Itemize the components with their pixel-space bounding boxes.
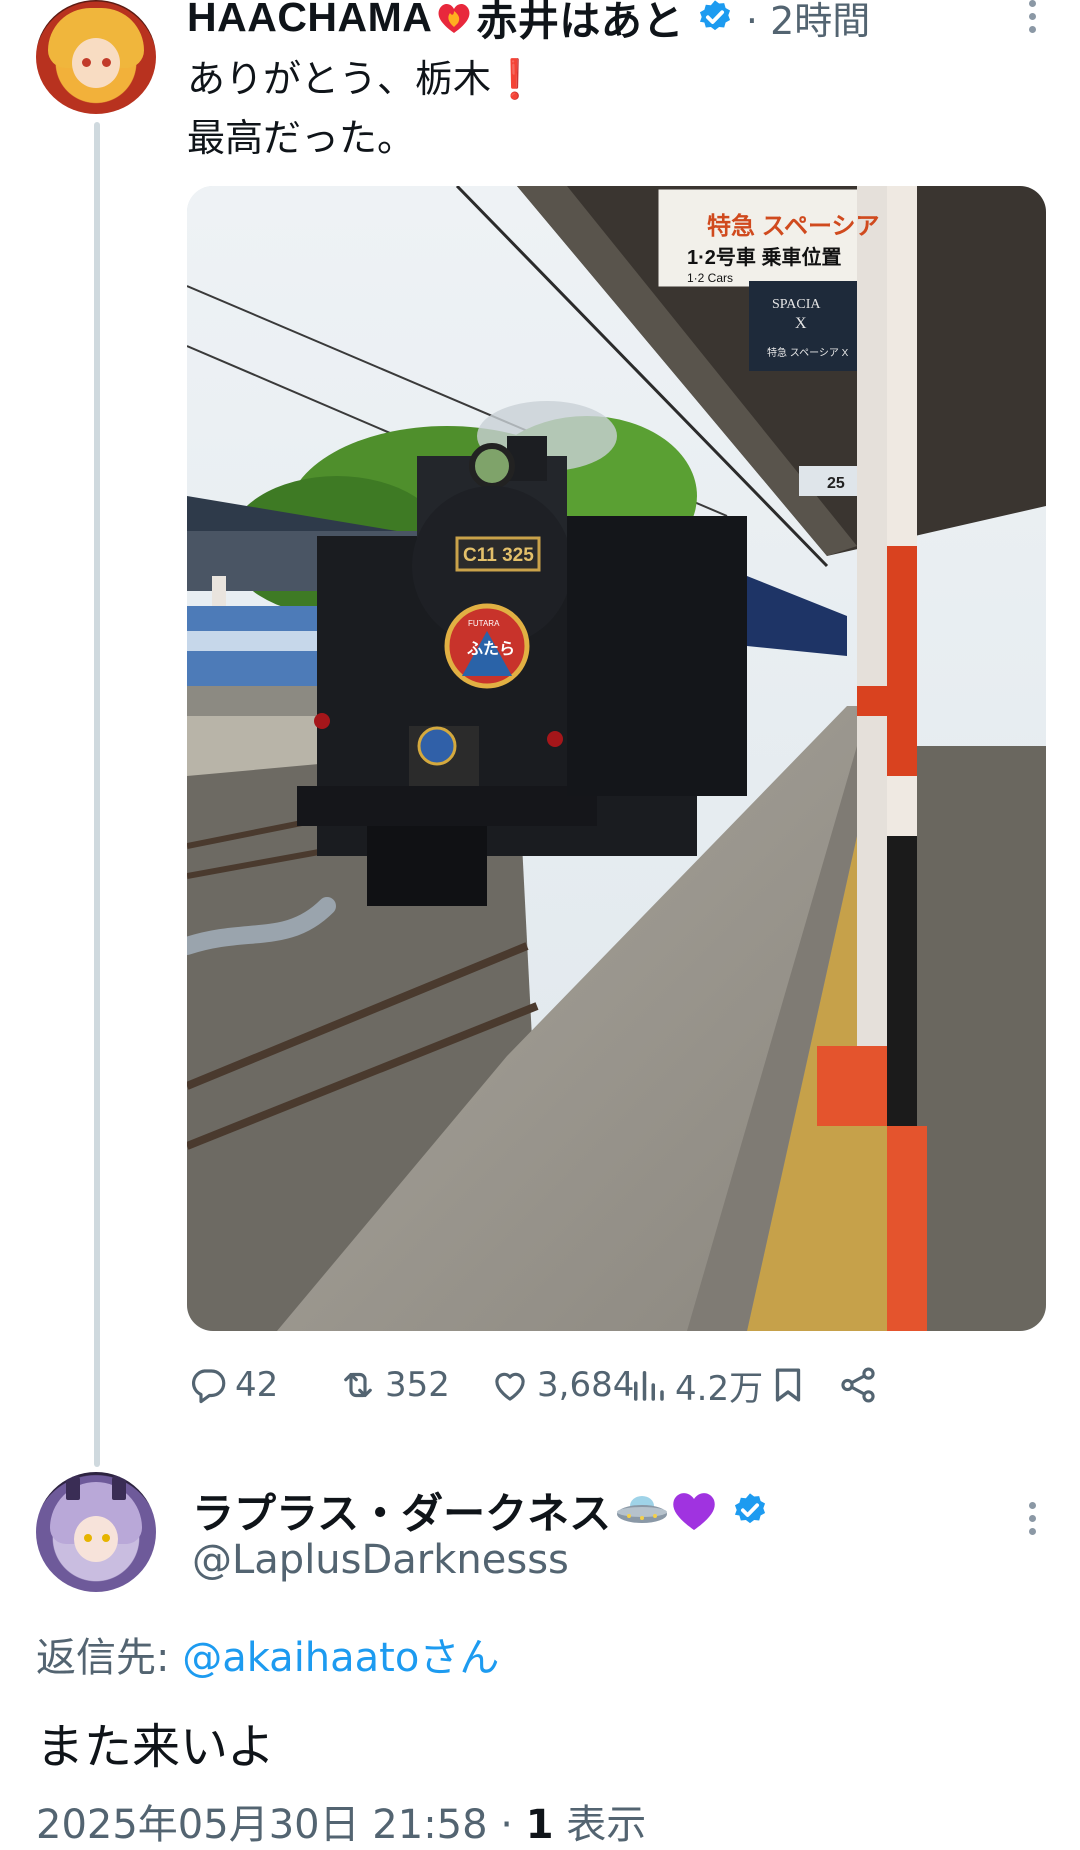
photo-headmark-top: FUTARA [468,619,500,628]
tweet-time[interactable]: · 2時間 [746,0,870,45]
repost-icon [344,1372,372,1398]
reply-views-label: 表示 [553,1802,647,1848]
reply-button[interactable]: 42 [187,1360,278,1410]
avatar-horn [66,1474,80,1500]
reply-icon [192,1369,226,1404]
photo-sign-title: 特急 スペーシア [707,212,880,240]
replying-to: 返信先: @akaihaatoさん [36,1625,499,1683]
photo-loco-plate: C11 325 [463,545,534,566]
photo-sign-sub: 1·2号車 乗車位置 [687,245,841,269]
thread-line [94,122,100,1467]
author-avatar[interactable] [36,0,156,114]
photo-spacia-sub: 特急 スペーシア X [767,346,849,359]
verified-badge-icon[interactable] [731,1491,769,1529]
bookmark-button[interactable] [767,1360,815,1410]
tweet-text-line1: ありがとう、栃木❗ [187,50,538,108]
author-row: HAACHAMA 赤井はあと · 2時間 [187,0,870,45]
share-icon [841,1367,875,1403]
purple-heart-icon [673,1493,715,1530]
photo-spacia-x: X [795,315,807,332]
reply-count: 42 [235,1365,279,1405]
more-options-icon[interactable] [1026,0,1038,40]
photo-platform-number: 25 [827,475,845,492]
author-display-name-suffix[interactable]: 赤井はあと [476,0,684,47]
ufo-icon [617,1496,668,1523]
like-count: 3,684 [537,1365,635,1405]
tweet-text-line2: 最高だった。 [187,116,416,160]
photo-spacia-sign: SPACIA [772,297,821,312]
avatar-face [74,1516,118,1562]
reply-author-avatar[interactable] [36,1472,156,1592]
repost-button[interactable]: 352 [337,1360,450,1410]
reply-handle[interactable]: @LaplusDarknesss [192,1537,569,1583]
share-button[interactable] [837,1360,885,1410]
photo-headmark-text: ふたら [467,639,515,658]
tweet-text: ありがとう、栃木 [187,57,492,101]
reply-author-row: ラプラス・ダークネス [192,1484,769,1537]
avatar-eye [84,1534,92,1542]
repost-count: 352 [385,1365,450,1405]
exclamation-emoji: ❗ [491,57,539,101]
replying-to-label: 返信先: [36,1635,183,1681]
reply-meta: 2025年05月30日 21:58 · 1 表示 [36,1792,646,1850]
avatar-face [72,38,120,88]
tweet-actions: 42 352 3,684 4.2万 [187,1360,1047,1410]
photo-sign-en: 1·2 Cars [687,271,733,285]
more-options-icon[interactable] [1026,1502,1038,1542]
views-button[interactable]: 4.2万 [627,1360,763,1410]
reply-display-name[interactable]: ラプラス・ダークネス [192,1480,611,1541]
avatar-eye [102,1534,110,1542]
reply-views-count: 1 [525,1802,554,1848]
views-count: 4.2万 [675,1368,764,1409]
avatar-eye [102,58,111,67]
avatar-eye [82,58,91,67]
train-photo-illustration: 特急 スペーシア 1·2号車 乗車位置 1·2 Cars SPACIA X 特急… [187,186,1046,1331]
like-button[interactable]: 3,684 [489,1360,634,1410]
verified-badge-icon[interactable] [696,0,734,36]
reply-timestamp[interactable]: 2025年05月30日 21:58 · [36,1802,526,1848]
views-icon [634,1371,664,1401]
bookmark-icon [775,1368,801,1402]
avatar-horn [112,1474,126,1500]
tweet-photo[interactable]: 特急 スペーシア 1·2号車 乗車位置 1·2 Cars SPACIA X 特急… [187,186,1046,1331]
reply-text: また来いよ [36,1719,276,1775]
heart-on-fire-icon [438,3,470,33]
heart-icon [495,1372,525,1401]
replying-to-link[interactable]: @akaihaatoさん [182,1635,499,1681]
author-display-name[interactable]: HAACHAMA [187,0,432,41]
